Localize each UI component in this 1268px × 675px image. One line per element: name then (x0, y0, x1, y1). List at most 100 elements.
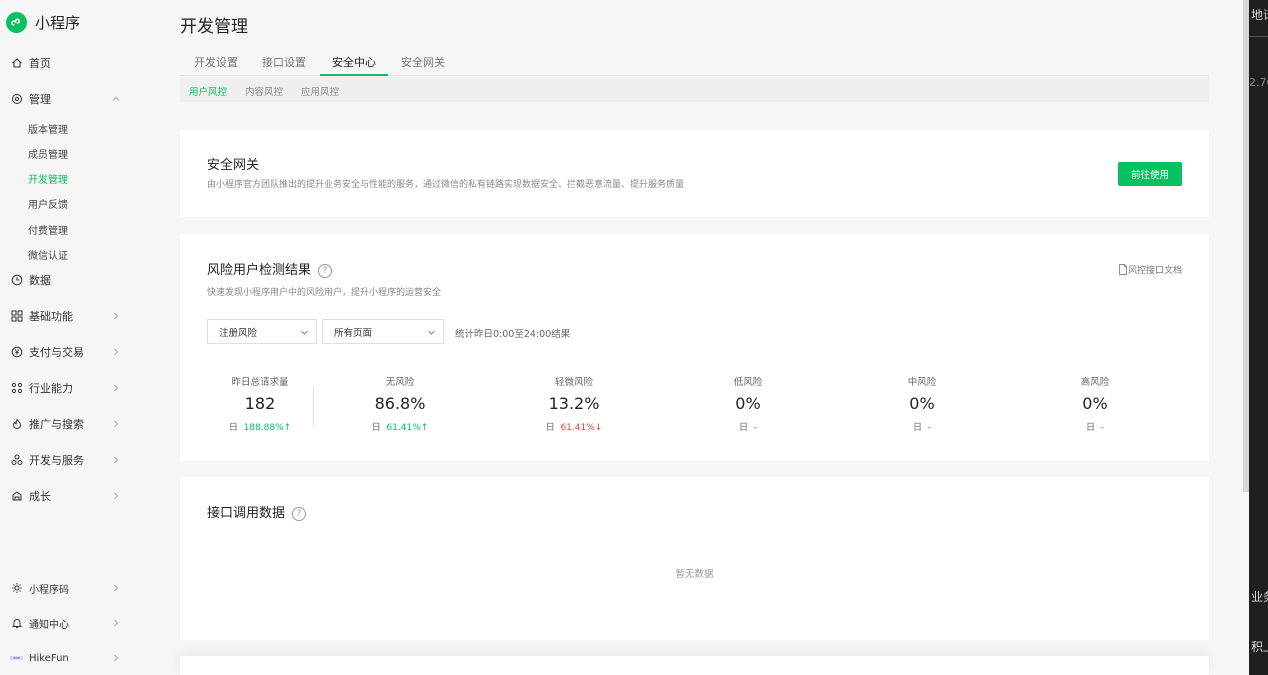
active-tab-indicator (320, 74, 388, 76)
grid-icon (10, 310, 23, 323)
avatar: HIKE (10, 652, 23, 665)
sidebar-item-account[interactable]: HIKE HikeFun (10, 648, 122, 668)
security-gateway-card: 安全网关 由小程序官方团队推出的提升业务安全与性能的服务，通过微信的私有链路实现… (180, 130, 1209, 217)
sidebar-subitem-dev[interactable]: 开发管理 (28, 171, 68, 186)
metric-slight-risk: 轻微风险 13.2% 日 61.41%↓ (545, 377, 603, 433)
chevron-right-icon (110, 310, 122, 322)
app-logo[interactable]: 小程序 (6, 12, 80, 33)
chevron-right-icon (110, 617, 122, 629)
sidebar-item-industry[interactable]: 行业能力 (10, 378, 122, 398)
sidebar-item-notify[interactable]: 通知中心 (10, 613, 122, 633)
tab-security-center[interactable]: 安全中心 (332, 54, 376, 70)
sidebar-item-manage[interactable]: 管理 (10, 89, 122, 109)
tab-api-settings[interactable]: 接口设置 (262, 54, 306, 70)
doc-link-label: 风控接口文档 (1127, 266, 1182, 276)
empty-state: 暂无数据 (675, 569, 714, 580)
metric-mid-risk: 中风险 0% 日 - (907, 377, 937, 433)
adjacent-window: 地话 2.76 业务 积上 (1249, 0, 1268, 675)
risk-user-card: 风险用户检测结果? 快速发现小程序用户中的风险用户，提升小程序的运营安全 风控接… (180, 234, 1209, 461)
settings-icon (10, 93, 23, 106)
sidebar-item-label: 开发与服务 (29, 454, 84, 467)
sidebar-item-pay[interactable]: 支付与交易 (10, 342, 122, 362)
chevron-up-icon (110, 93, 122, 105)
risk-type-select[interactable]: 注册风险 (207, 319, 317, 344)
svg-text:HIKE: HIKE (13, 656, 20, 660)
go-use-button[interactable]: 前往使用 (1118, 162, 1182, 186)
metric-low-risk: 低风险 0% 日 - (733, 377, 763, 433)
chevron-right-icon (110, 454, 122, 466)
sidebar-subitem-verify[interactable]: 微信认证 (28, 247, 68, 262)
sidebar-item-label: 基础功能 (29, 310, 73, 323)
chevron-right-icon (110, 346, 122, 358)
nodes-icon (10, 382, 23, 395)
chevron-right-icon (110, 582, 122, 594)
card-title: 安全网关 (207, 158, 260, 173)
sidebar-item-label: 小程序码 (29, 584, 69, 596)
subtab-user-risk[interactable]: 用户风控 (189, 84, 227, 98)
sidebar-item-label: 推广与搜索 (29, 418, 84, 431)
sidebar-item-label: 数据 (29, 274, 51, 287)
tab-bar: 开发设置 接口设置 安全中心 安全网关 (180, 46, 1209, 76)
card-title-wrap: 接口调用数据? (207, 502, 307, 521)
sidebar-item-data[interactable]: 数据 (10, 270, 122, 290)
subtab-content-risk[interactable]: 内容风控 (245, 84, 283, 98)
clock-icon (10, 274, 23, 287)
risk-api-doc-link[interactable]: 风控接口文档 (1118, 263, 1182, 276)
select-value: 注册风险 (219, 327, 258, 339)
yen-icon (10, 346, 23, 359)
chevron-right-icon (110, 490, 122, 502)
account-name: HikeFun (29, 652, 69, 664)
help-icon[interactable]: ? (292, 506, 307, 521)
select-value: 所有页面 (334, 327, 373, 339)
card-description: 由小程序官方团队推出的提升业务安全与性能的服务，通过微信的私有链路实现数据安全、… (207, 180, 685, 190)
card-title: 接口调用数据 (207, 506, 286, 521)
sidebar-subitem-version[interactable]: 版本管理 (28, 121, 68, 136)
sidebar-item-label: 首页 (29, 57, 51, 70)
stat-range-note: 统计昨日0:00至24:00结果 (455, 329, 571, 340)
subtab-bar: 用户风控 内容风控 应用风控 (180, 77, 1209, 102)
divider (313, 387, 314, 427)
card-title-wrap: 风险用户检测结果? (207, 259, 333, 278)
subtab-app-risk[interactable]: 应用风控 (301, 84, 339, 98)
chevron-right-icon (110, 652, 122, 664)
sidebar: 小程序 首页 管理 版本管理 成员管理 开发管理 用户反馈 付费管理 微信认证 … (0, 0, 140, 675)
home-icon (10, 57, 23, 70)
tab-security-gateway[interactable]: 安全网关 (401, 54, 445, 70)
sidebar-subitem-payment[interactable]: 付费管理 (28, 222, 68, 237)
app-name: 小程序 (35, 14, 81, 32)
chevron-right-icon (110, 418, 122, 430)
sidebar-item-home[interactable]: 首页 (10, 53, 122, 73)
metric-high-risk: 高风险 0% 日 - (1080, 377, 1110, 433)
miniprogram-logo-icon (6, 12, 27, 33)
metric-no-risk: 无风险 86.8% 日 61.41%↑ (371, 377, 429, 433)
sidebar-subitem-members[interactable]: 成员管理 (28, 146, 68, 161)
api-call-card: 接口调用数据? 暂无数据 (180, 477, 1209, 640)
sidebar-item-qrcode[interactable]: 小程序码 (10, 578, 122, 598)
sidebar-item-label: 成长 (29, 490, 51, 503)
sidebar-item-label: 管理 (29, 93, 51, 106)
chevron-right-icon (110, 382, 122, 394)
document-icon (1119, 264, 1127, 275)
chevron-down-icon (299, 327, 310, 338)
card-description: 快速发现小程序用户中的风险用户，提升小程序的运营安全 (207, 288, 442, 298)
sidebar-item-growth[interactable]: 成长 (10, 486, 122, 506)
next-card (180, 656, 1209, 675)
card-title: 风险用户检测结果 (207, 263, 312, 278)
bell-icon (10, 617, 23, 630)
sidebar-item-label: 支付与交易 (29, 346, 84, 359)
help-icon[interactable]: ? (318, 263, 333, 278)
sun-icon (10, 582, 23, 595)
sidebar-item-basic[interactable]: 基础功能 (10, 306, 122, 326)
tab-dev-settings[interactable]: 开发设置 (194, 54, 238, 70)
page-select[interactable]: 所有页面 (322, 319, 444, 344)
sidebar-item-devservice[interactable]: 开发与服务 (10, 450, 122, 470)
sidebar-subitem-feedback[interactable]: 用户反馈 (28, 196, 68, 211)
cluster-icon (10, 454, 23, 467)
growth-icon (10, 490, 23, 503)
sidebar-item-label: 通知中心 (29, 619, 69, 631)
sidebar-item-label: 行业能力 (29, 382, 73, 395)
chevron-down-icon (426, 327, 437, 338)
flame-icon (10, 418, 23, 431)
page-title: 开发管理 (180, 17, 248, 37)
sidebar-item-promote[interactable]: 推广与搜索 (10, 414, 122, 434)
